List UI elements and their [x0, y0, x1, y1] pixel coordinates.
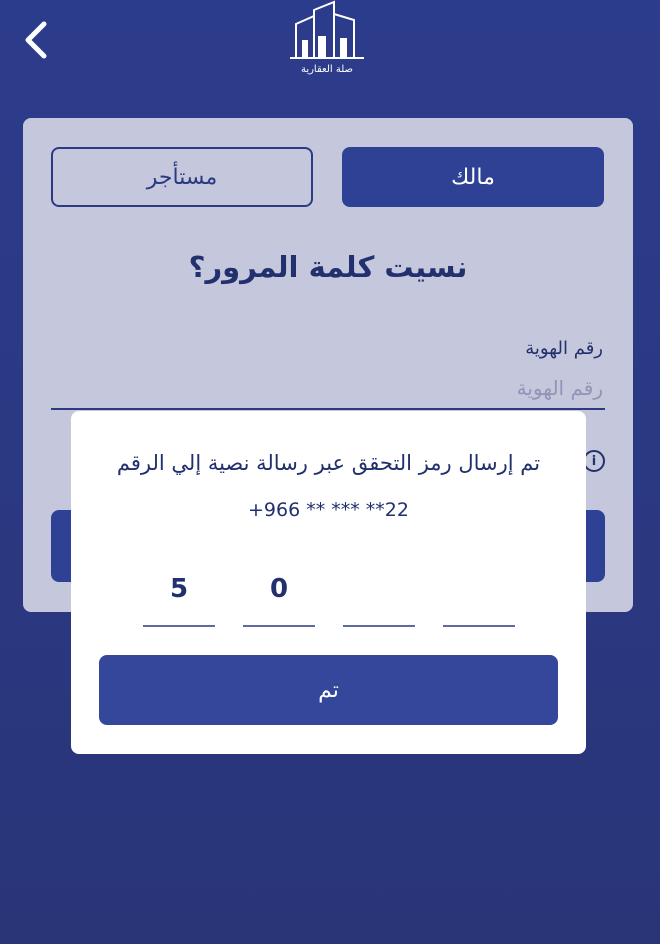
tab-owner[interactable]: مالك	[342, 147, 604, 207]
building-logo-icon	[290, 0, 364, 59]
id-number-label: رقم الهوية	[525, 338, 603, 359]
otp-digit: 0	[269, 574, 289, 604]
logo-text: صلة العقارية	[300, 64, 354, 75]
otp-underline	[243, 625, 315, 627]
app-logo: صلة العقارية	[284, 0, 370, 82]
otp-underline	[343, 625, 415, 627]
page-title: نسيت كلمة المرور؟	[188, 250, 468, 284]
otp-message: تم إرسال رمز التحقق عبر رسالة نصية إلي ا…	[116, 451, 541, 475]
back-button[interactable]	[20, 18, 60, 62]
done-button[interactable]: تم	[99, 655, 558, 725]
otp-modal: تم إرسال رمز التحقق عبر رسالة نصية إلي ا…	[71, 411, 586, 754]
info-icon[interactable]: i	[583, 450, 605, 472]
otp-field-2[interactable]: 0	[243, 569, 315, 627]
otp-underline	[443, 625, 515, 627]
input-underline	[51, 408, 605, 410]
otp-digit: 5	[169, 574, 189, 604]
otp-field-1[interactable]: 5	[143, 569, 215, 627]
otp-underline	[143, 625, 215, 627]
phone-number: +966 ** *** **22	[248, 499, 409, 521]
chevron-left-icon	[25, 21, 47, 59]
otp-field-4[interactable]	[443, 569, 515, 627]
id-number-input[interactable]	[41, 370, 605, 406]
otp-field-3[interactable]	[343, 569, 415, 627]
otp-digit	[343, 569, 415, 609]
otp-digit	[443, 569, 515, 609]
tab-tenant[interactable]: مستأجر	[51, 147, 313, 207]
